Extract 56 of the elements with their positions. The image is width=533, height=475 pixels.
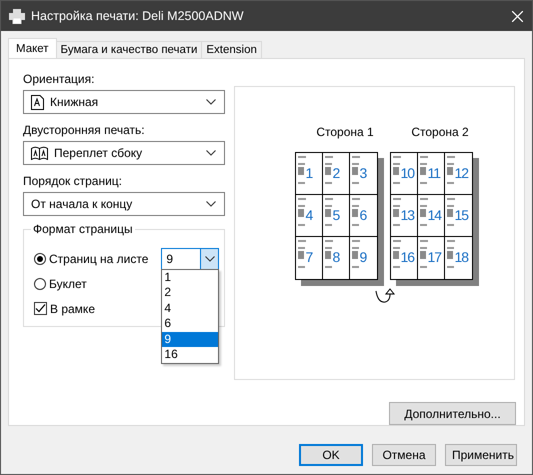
checkbox[interactable] bbox=[34, 302, 47, 315]
chevron-down-icon bbox=[206, 150, 216, 156]
page-number: 12 bbox=[454, 165, 468, 182]
page-number: 13 bbox=[400, 207, 414, 224]
printer-icon bbox=[9, 8, 25, 24]
list-item[interactable]: 9 bbox=[162, 332, 218, 347]
field-label: Двусторонняя печать: bbox=[23, 123, 146, 138]
tab[interactable]: Макет bbox=[8, 38, 57, 58]
page-number: 2 bbox=[332, 165, 340, 182]
page-icon bbox=[31, 94, 44, 110]
side-label: Сторона 1 bbox=[316, 125, 374, 139]
dialog-button[interactable]: OK bbox=[299, 444, 363, 466]
option-label: Буклет bbox=[49, 276, 87, 290]
book-icon bbox=[31, 146, 48, 160]
page-number: 5 bbox=[332, 207, 340, 224]
page-number: 14 bbox=[428, 207, 442, 224]
page-number: 7 bbox=[306, 249, 312, 266]
radio-button[interactable] bbox=[34, 278, 46, 290]
option-label: Страниц на листе bbox=[49, 252, 148, 266]
page-number: 6 bbox=[360, 207, 366, 224]
group-title: Формат страницы bbox=[31, 222, 135, 236]
page-number: 3 bbox=[360, 165, 366, 182]
tab[interactable]: Extension bbox=[201, 41, 262, 58]
dropdown[interactable]: От начала к концу bbox=[23, 192, 225, 216]
list-item[interactable]: 6 bbox=[162, 316, 218, 332]
dialog-button[interactable]: Применить bbox=[445, 444, 517, 466]
field-label: Ориентация: bbox=[23, 72, 96, 87]
list-item[interactable]: 4 bbox=[162, 300, 218, 316]
chevron-down-icon bbox=[206, 201, 216, 207]
chevron-down-icon bbox=[206, 99, 216, 105]
dropdown[interactable]: Переплет сбоку bbox=[23, 141, 225, 165]
list-item[interactable]: 1 bbox=[162, 270, 218, 285]
dialog-button[interactable]: Отмена bbox=[372, 444, 436, 466]
page-number: 18 bbox=[454, 249, 468, 266]
option-label: В рамке bbox=[50, 302, 95, 316]
page-number: 9 bbox=[360, 249, 366, 266]
chevron-down-icon bbox=[204, 256, 215, 262]
tab[interactable]: Бумага и качество печати bbox=[56, 41, 202, 58]
page-number: 16 bbox=[400, 249, 414, 266]
list-item[interactable]: 16 bbox=[162, 347, 218, 362]
field-label: Порядок страниц: bbox=[23, 174, 123, 189]
flip-arrow-icon bbox=[374, 288, 394, 304]
page-number: 11 bbox=[428, 165, 440, 182]
page-number: 15 bbox=[454, 207, 468, 224]
dropdown[interactable]: Книжная bbox=[23, 90, 225, 114]
page-number: 17 bbox=[428, 249, 442, 266]
list-item[interactable]: 2 bbox=[162, 285, 218, 300]
radio-button[interactable] bbox=[34, 252, 46, 264]
close-icon[interactable] bbox=[512, 10, 523, 22]
page-number: 10 bbox=[400, 165, 414, 182]
window-title: Настройка печати: Deli M2500ADNW bbox=[31, 9, 245, 23]
side-label: Сторона 2 bbox=[411, 125, 469, 139]
page-number: 1 bbox=[306, 165, 312, 182]
page-number: 4 bbox=[306, 207, 312, 224]
page-number: 8 bbox=[332, 249, 340, 266]
advanced-button[interactable]: Дополнительно... bbox=[389, 402, 516, 425]
